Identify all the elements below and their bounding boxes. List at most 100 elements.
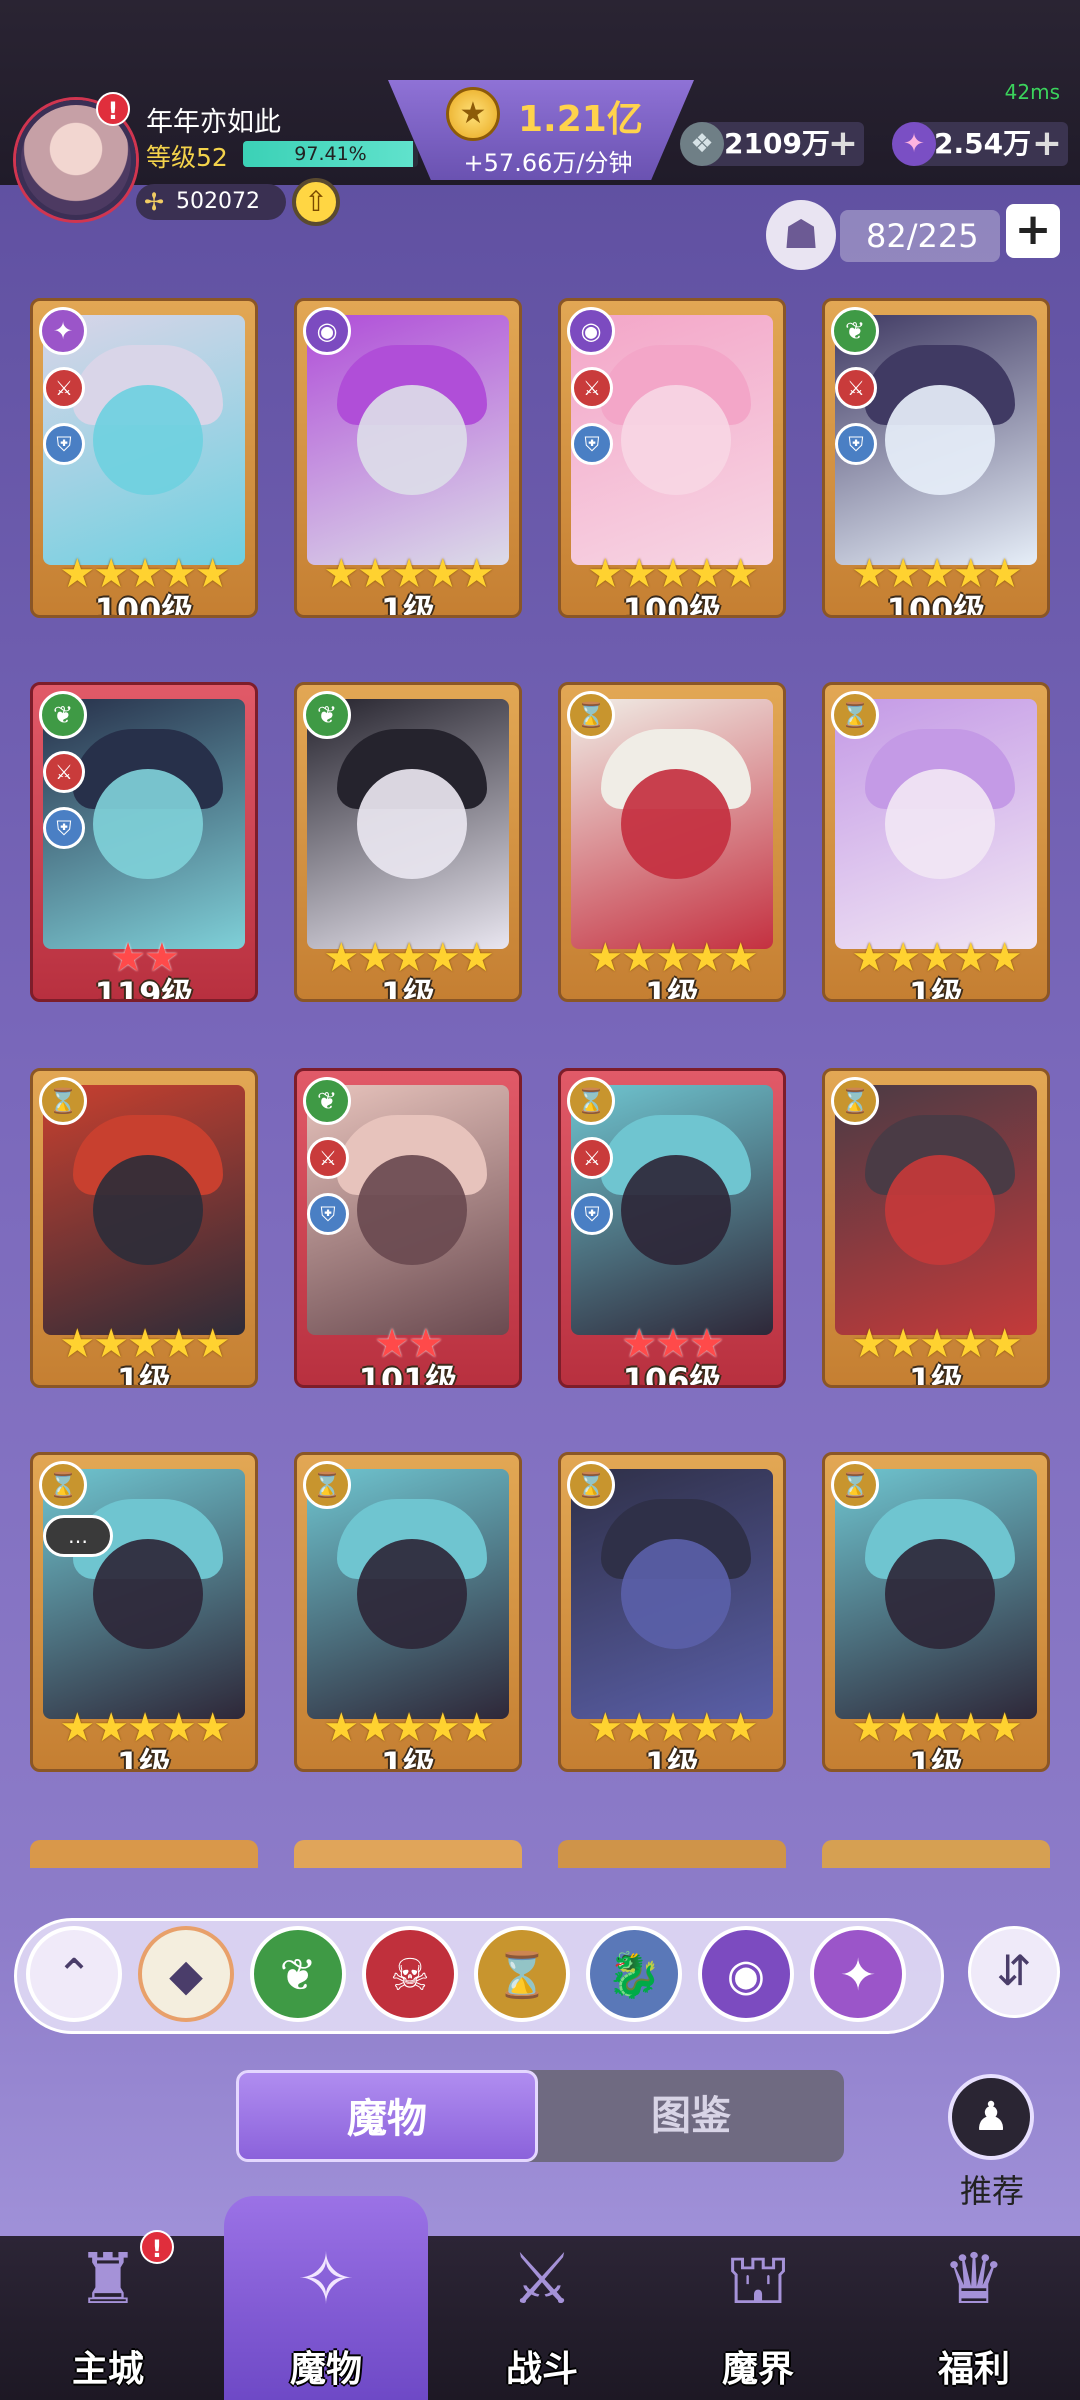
nav-label: 战斗 — [505, 2349, 578, 2390]
monster-level: 1级 — [908, 975, 964, 1002]
monster-level: 119级 — [94, 975, 194, 1002]
nav-battle[interactable]: ⚔ 战斗 — [434, 2216, 650, 2400]
avatar-alert-icon: ! — [96, 92, 130, 126]
monster-level: 1级 — [116, 1361, 172, 1388]
hourglass-element-icon: ⌛ — [831, 691, 879, 739]
main-city-alert-icon: ! — [140, 2230, 174, 2264]
shield-icon: ⛨ — [43, 423, 85, 465]
silver-add-icon[interactable]: + — [828, 122, 858, 166]
monster-card[interactable]: ❦ ⚔ ⛨ ★★ 119级 — [30, 682, 258, 1002]
monster-card[interactable]: ⌛ ★★★★★ 1级 — [822, 1452, 1050, 1772]
nav-welfare[interactable]: ♛ 福利 — [866, 2216, 1080, 2400]
roster-count: 82/225 — [840, 210, 1000, 262]
nav-monsters[interactable]: ✧ 魔物 — [218, 2216, 434, 2400]
gold-amount: 1.21亿 — [518, 99, 643, 140]
filter-collapse-button[interactable]: ⌃ — [26, 1926, 122, 2022]
monster-level: 101级 — [358, 1361, 458, 1388]
sword-icon: ⚔ — [835, 367, 877, 409]
portrait-face — [93, 1155, 203, 1265]
hourglass-element-icon: ⌛ — [39, 1077, 87, 1125]
filter-leaf-button[interactable]: ❦ — [250, 1926, 346, 2022]
sort-button[interactable]: ⇵ — [968, 1926, 1060, 2018]
tab-monsters[interactable]: 魔物 — [236, 2070, 538, 2162]
portrait-face — [621, 1539, 731, 1649]
portrait-face — [885, 1539, 995, 1649]
partial-card[interactable] — [822, 1840, 1050, 1868]
filter-demon-button[interactable]: ☠ — [362, 1926, 458, 2022]
leaf-element-icon: ❦ — [39, 691, 87, 739]
leaf-element-icon: ❦ — [303, 691, 351, 739]
nav-demon-realm[interactable]: ⛫ 魔界 — [650, 2216, 866, 2400]
monster-card[interactable]: ⌛… ★★★★★ 1级 — [30, 1452, 258, 1772]
monster-card[interactable]: ❦ ⚔ ⛨ ★★ 101级 — [294, 1068, 522, 1388]
shield-icon: ⛨ — [835, 423, 877, 465]
eye-element-icon: ◉ — [303, 307, 351, 355]
filter-dragon-button[interactable]: 🐉 — [586, 1926, 682, 2022]
monster-card[interactable]: ◉ ⚔ ⛨ ★★★★★ 100级 — [558, 298, 786, 618]
ping-indicator: 42ms — [1004, 80, 1060, 104]
filter-star-button[interactable]: ✦ — [810, 1926, 906, 2022]
monster-card[interactable]: ⌛ ⚔ ⛨ ★★★ 106级 — [558, 1068, 786, 1388]
partial-card[interactable] — [558, 1840, 786, 1868]
sword-icon: ⚔ — [571, 1137, 613, 1179]
hourglass-element-icon: ⌛ — [39, 1461, 87, 1509]
monster-card[interactable]: ⌛ ★★★★★ 1级 — [822, 682, 1050, 1002]
star-element-icon: ✦ — [39, 307, 87, 355]
nav-label: 魔界 — [721, 2349, 794, 2390]
monster-level: 1级 — [380, 591, 436, 618]
filter-hourglass-button[interactable]: ⌛ — [474, 1926, 570, 2022]
partial-card[interactable] — [30, 1840, 258, 1868]
monster-card[interactable]: ❦ ★★★★★ 1级 — [294, 682, 522, 1002]
battle-icon: ⚔ — [510, 2238, 574, 2320]
portrait-face — [357, 385, 467, 495]
monster-card[interactable]: ⌛ ★★★★★ 1级 — [294, 1452, 522, 1772]
nav-label: 魔物 — [289, 2349, 362, 2390]
xp-bar: 97.41% — [243, 141, 418, 167]
monster-level: 1级 — [380, 1745, 436, 1772]
xp-percent: 97.41% — [294, 143, 367, 165]
portrait-face — [357, 769, 467, 879]
monster-level: 1级 — [908, 1361, 964, 1388]
gem-icon: ✦ — [892, 122, 936, 166]
monster-card[interactable]: ⌛ ★★★★★ 1级 — [30, 1068, 258, 1388]
nav-label: 福利 — [937, 2349, 1010, 2390]
tab-codex[interactable]: 图鉴 — [540, 2070, 842, 2162]
hourglass-element-icon: ⌛ — [831, 1461, 879, 1509]
sword-icon: ⚔ — [307, 1137, 349, 1179]
monster-level: 1级 — [908, 1745, 964, 1772]
filter-all-button[interactable]: ◆ — [138, 1926, 234, 2022]
sword-icon: ⚔ — [43, 751, 85, 793]
leaf-element-icon: ❦ — [831, 307, 879, 355]
gem-add-icon[interactable]: + — [1032, 122, 1062, 166]
expand-roster-button[interactable]: + — [1006, 204, 1060, 258]
upgrade-arrow-button[interactable]: ⇧ — [292, 178, 340, 226]
nav-main-city[interactable]: ♜ 主城 — [0, 2216, 216, 2400]
portrait-face — [621, 1155, 731, 1265]
monster-card[interactable]: ◉ ★★★★★ 1级 — [294, 298, 522, 618]
filter-eye-button[interactable]: ◉ — [698, 1926, 794, 2022]
monster-card[interactable]: ⌛ ★★★★★ 1级 — [558, 682, 786, 1002]
portrait-face — [885, 385, 995, 495]
player-level: 等级52 — [146, 143, 228, 172]
silver-resource[interactable]: ❖ 2109万 + — [680, 122, 864, 166]
shield-icon: ⛨ — [571, 423, 613, 465]
power-display: ✢ 502072 — [136, 184, 286, 220]
group-icon: ♟ — [973, 2094, 1009, 2140]
portrait-face — [885, 769, 995, 879]
monster-card[interactable]: ❦ ⚔ ⛨ ★★★★★ 100级 — [822, 298, 1050, 618]
hourglass-element-icon: ⌛ — [303, 1461, 351, 1509]
portrait-face — [357, 1539, 467, 1649]
portrait-face — [621, 385, 731, 495]
monster-card[interactable]: ⌛ ★★★★★ 1级 — [558, 1452, 786, 1772]
shield-icon: ⛨ — [307, 1193, 349, 1235]
hourglass-element-icon: ⌛ — [567, 691, 615, 739]
monster-card[interactable]: ✦ ⚔ ⛨ ★★★★★ 100级 — [30, 298, 258, 618]
monster-card[interactable]: ⌛ ★★★★★ 1级 — [822, 1068, 1050, 1388]
monster-level: 1级 — [644, 1745, 700, 1772]
portrait-face — [621, 769, 731, 879]
portrait-face — [885, 1155, 995, 1265]
gem-amount: 2.54万 — [934, 127, 1032, 160]
partial-card[interactable] — [294, 1840, 522, 1868]
gem-resource[interactable]: ✦ 2.54万 + — [892, 122, 1068, 166]
recommend-button[interactable]: ♟ — [948, 2074, 1034, 2160]
